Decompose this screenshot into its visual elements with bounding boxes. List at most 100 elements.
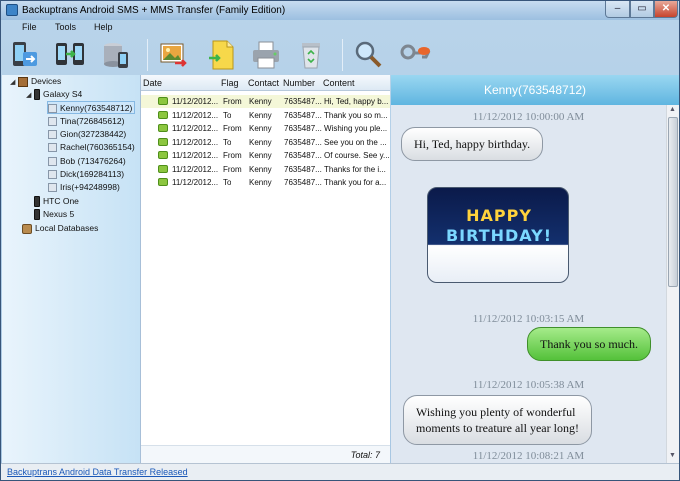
table-row[interactable]: 11/12/2012... To Kenny 7635487... See you on… [141, 136, 390, 149]
cell-contact: Kenny [249, 97, 272, 106]
collapse-arrow-icon[interactable]: ◢ [10, 76, 18, 89]
tree-contact-rachel[interactable]: Rachel(760365154) [48, 141, 135, 154]
menu-file[interactable]: File [22, 22, 37, 32]
cell-date: 11/12/2012... [172, 124, 219, 133]
transfer-icon[interactable] [53, 38, 87, 72]
contact-icon [48, 117, 57, 127]
status-bar: Backuptrans Android Data Transfer Releas… [1, 463, 679, 480]
sms-message-icon [158, 97, 168, 105]
message-line: Wishing you plenty of wonderful [416, 405, 576, 419]
toolbar-separator [147, 39, 148, 71]
table-row[interactable]: 11/12/2012... From Kenny 7635487... Wishing … [141, 122, 390, 135]
photo-export-icon[interactable] [157, 38, 191, 72]
column-header-date[interactable]: Date [143, 78, 162, 88]
table-row[interactable]: 11/12/2012... To Kenny 7635487... Thank you … [141, 109, 390, 122]
tree-contact-tina[interactable]: Tina(726845612) [48, 115, 124, 128]
maximize-button[interactable]: ▭ [630, 1, 654, 18]
contact-icon [48, 143, 57, 153]
conversation-header: Kenny(763548712) [391, 75, 679, 105]
conversation-scrollbar[interactable]: ▲ ▼ [666, 105, 679, 463]
cell-date: 11/12/2012... [172, 151, 219, 160]
recycle-bin-icon[interactable] [294, 38, 328, 72]
window-title: Backuptrans Android SMS + MMS Transfer (… [22, 5, 286, 16]
document-icon[interactable] [205, 38, 239, 72]
sms-message-icon [158, 178, 168, 186]
incoming-message: Wishing you plenty of wonderful moments … [403, 395, 592, 445]
tree-contact-dick[interactable]: Dick(169284113) [48, 168, 124, 181]
message-timestamp: 11/12/2012 10:05:38 AM [472, 379, 585, 391]
column-header-number[interactable]: Number [283, 78, 315, 88]
tree-node-local-databases[interactable]: Local Databases [22, 222, 98, 235]
database-icon[interactable] [99, 38, 133, 72]
incoming-message: Hi, Ted, happy birthday. [401, 127, 544, 161]
photo-caption-line-2: BIRTHDAY! [445, 226, 553, 245]
cell-number: 7635487... [284, 110, 322, 120]
table-row[interactable]: 11/12/2012... From Kenny 7635487... Thanks f… [141, 163, 390, 176]
sms-message-icon [158, 110, 168, 119]
menu-bar: File Tools Help [1, 20, 679, 35]
table-row[interactable]: 11/12/2012... To Kenny 7635487... Thank you … [141, 176, 390, 189]
release-news-link[interactable]: Backuptrans Android Data Transfer Releas… [7, 467, 188, 477]
list-footer: Total: 7 [141, 445, 390, 463]
cell-number: 7635487... [284, 137, 322, 147]
close-button[interactable]: ✕ [654, 1, 678, 18]
scroll-up-arrow-icon[interactable]: ▲ [669, 106, 676, 113]
tree-contact-kenny[interactable]: Kenny(763548712) [47, 101, 136, 114]
key-icon[interactable] [398, 38, 432, 72]
menu-tools[interactable]: Tools [55, 22, 76, 32]
conversation-view: 11/12/2012 10:00:00 AM Hi, Ted, happy bi… [391, 105, 666, 463]
message-list: Date Flag Contact Number Content 11/12/2… [140, 75, 390, 463]
column-header-flag[interactable]: Flag [221, 78, 239, 88]
menu-help[interactable]: Help [94, 22, 113, 32]
tree-node-galaxy-s4[interactable]: ◢ Galaxy S4 [26, 88, 82, 101]
cell-content: Thanks for the i... [324, 164, 386, 174]
phone-icon [34, 89, 40, 101]
cell-number: 7635487... [284, 178, 322, 187]
search-icon[interactable] [352, 38, 386, 72]
outgoing-message: Thank you so much. [527, 327, 651, 361]
tree-node-devices[interactable]: ◢ Devices [10, 75, 61, 88]
message-timestamp: 11/12/2012 10:03:15 AM [472, 313, 585, 325]
cell-content: See you on the ... [324, 137, 387, 147]
cell-contact: Kenny [249, 110, 272, 120]
cell-date: 11/12/2012... [172, 137, 219, 147]
collapse-arrow-icon[interactable]: ◢ [26, 89, 34, 102]
cell-content: Hi, Ted, happy b... [324, 97, 389, 106]
tree-contact-gion[interactable]: Gion(327238442) [48, 128, 126, 141]
toolbar [1, 35, 679, 75]
photo-caption-line-1: HAPPY [466, 206, 532, 225]
cell-contact: Kenny [249, 178, 272, 187]
title-bar: Backuptrans Android SMS + MMS Transfer (… [1, 1, 679, 20]
cell-date: 11/12/2012... [172, 164, 219, 174]
cell-contact: Kenny [249, 124, 272, 133]
column-header-content[interactable]: Content [323, 78, 355, 88]
sms-message-icon [158, 151, 168, 159]
minimize-button[interactable]: – [605, 1, 630, 18]
tree-node-nexus-5[interactable]: Nexus 5 [34, 208, 74, 221]
message-line: moments to treature all year long! [416, 421, 579, 435]
birthday-photo[interactable]: HAPPY BIRTHDAY! [427, 187, 569, 283]
sms-message-icon [158, 124, 168, 132]
import-icon[interactable] [7, 38, 41, 72]
phone-icon [34, 196, 40, 208]
scroll-down-arrow-icon[interactable]: ▼ [669, 452, 676, 459]
device-tree: ◢ Devices ◢ Galaxy S4 Kenny(763548712) Tin… [2, 75, 140, 463]
tree-node-htc-one[interactable]: HTC One [34, 195, 79, 208]
column-header-contact[interactable]: Contact [248, 78, 279, 88]
printer-icon[interactable] [249, 38, 283, 72]
cell-number: 7635487... [284, 164, 322, 174]
tree-contact-bob[interactable]: Bob (713476264) [48, 155, 126, 168]
scrollbar-thumb[interactable] [668, 117, 678, 287]
table-row[interactable]: 11/12/2012... From Kenny 7635487... Hi, Ted,… [141, 95, 390, 108]
app-window: Backuptrans Android SMS + MMS Transfer (… [0, 0, 680, 481]
table-row[interactable]: 11/12/2012... From Kenny 7635487... Of cours… [141, 149, 390, 162]
cell-date: 11/12/2012... [172, 97, 219, 106]
cell-contact: Kenny [249, 164, 272, 174]
phone-icon [34, 209, 40, 221]
cell-content: Wishing you ple... [324, 124, 388, 133]
cell-flag: To [223, 178, 232, 187]
tree-contact-iris[interactable]: Iris(+94248998) [48, 181, 120, 194]
message-timestamp: 11/12/2012 10:00:00 AM [472, 111, 585, 123]
cell-number: 7635487... [284, 97, 322, 106]
total-count: Total: 7 [350, 450, 380, 460]
